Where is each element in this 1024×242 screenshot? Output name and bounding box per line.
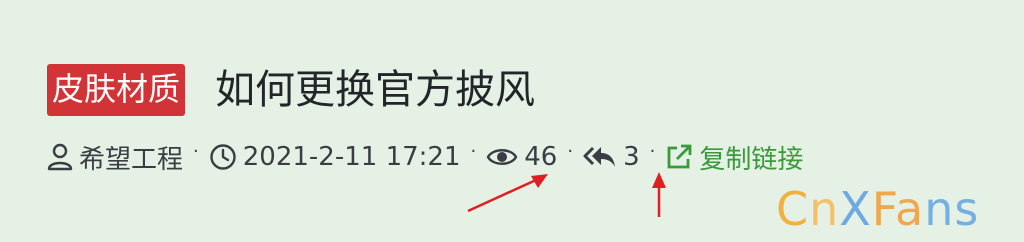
watermark-part: ns	[924, 182, 980, 236]
site-watermark: CnXFans	[776, 186, 979, 232]
watermark-part: Fa	[871, 182, 925, 236]
watermark-part: n	[809, 182, 840, 236]
watermark-part: X	[839, 182, 872, 236]
watermark-part: C	[776, 182, 810, 236]
arrow-to-views	[467, 174, 548, 213]
arrow-to-replies	[652, 172, 666, 217]
